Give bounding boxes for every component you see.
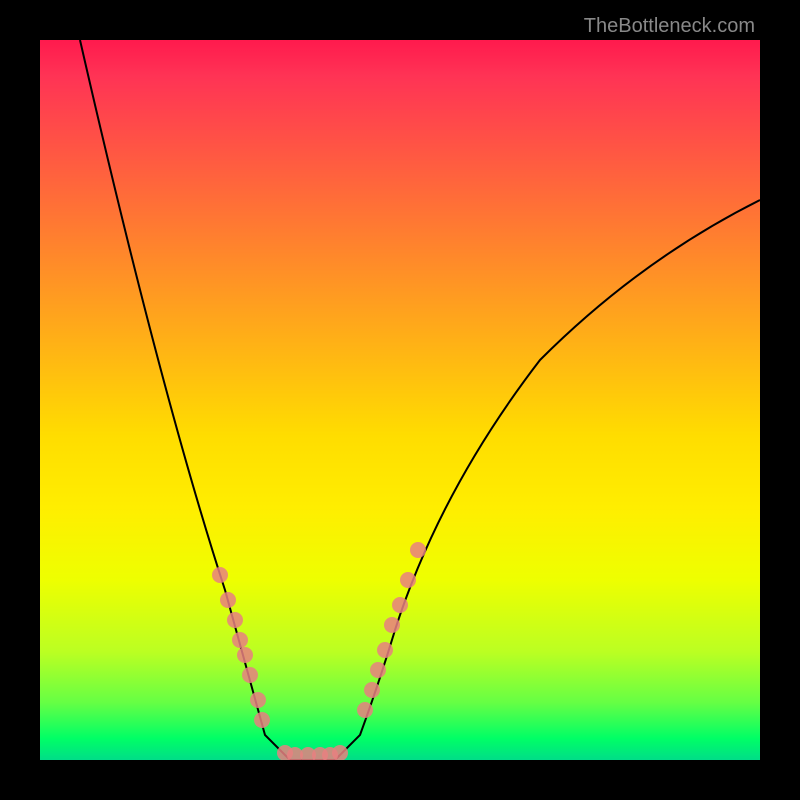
curve-left-curve [80, 40, 290, 760]
data-point-0 [212, 567, 228, 583]
chart-svg [40, 40, 760, 760]
data-point-20 [400, 572, 416, 588]
data-point-1 [220, 592, 236, 608]
data-point-15 [364, 682, 380, 698]
watermark-text: TheBottleneck.com [584, 15, 755, 38]
data-point-4 [237, 647, 253, 663]
data-point-3 [232, 632, 248, 648]
data-point-17 [377, 642, 393, 658]
data-point-5 [242, 667, 258, 683]
chart-area [40, 40, 760, 760]
data-point-18 [384, 617, 400, 633]
points-group [212, 542, 426, 760]
data-point-7 [254, 712, 270, 728]
data-point-16 [370, 662, 386, 678]
data-point-21 [410, 542, 426, 558]
data-point-2 [227, 612, 243, 628]
data-point-19 [392, 597, 408, 613]
curve-right-curve [335, 200, 760, 760]
data-point-13 [332, 745, 348, 760]
data-point-14 [357, 702, 373, 718]
curves-group [80, 40, 760, 760]
data-point-6 [250, 692, 266, 708]
